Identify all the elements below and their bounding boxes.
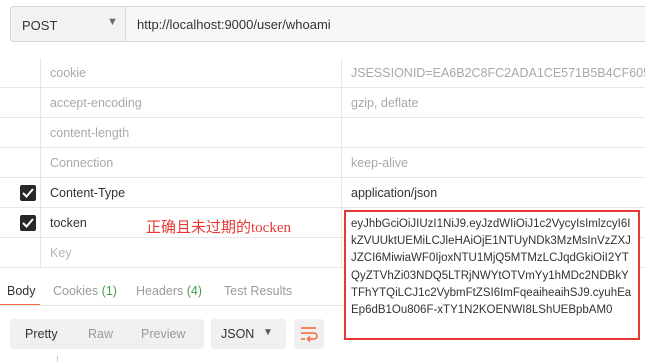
tab-cookies-label: Cookies bbox=[53, 284, 99, 298]
tab-headers-count: (4) bbox=[186, 284, 203, 298]
row-checkbox-cell bbox=[0, 238, 40, 267]
url-text: http://localhost:9000/user/whoami bbox=[137, 17, 331, 32]
tab-test-results[interactable]: Test Results bbox=[224, 284, 292, 298]
checkbox[interactable] bbox=[20, 185, 36, 201]
header-key: cookie bbox=[50, 66, 87, 80]
header-key-cell[interactable]: content-length bbox=[40, 118, 342, 147]
header-key-cell[interactable]: Connection bbox=[40, 148, 342, 177]
row-checkbox-cell[interactable] bbox=[0, 58, 40, 87]
url-input[interactable]: http://localhost:9000/user/whoami bbox=[126, 6, 645, 42]
header-value-cell[interactable]: gzip, deflate bbox=[342, 88, 645, 117]
annotation-label: 正确且未过期的tocken bbox=[146, 220, 291, 236]
row-checkbox-cell[interactable] bbox=[0, 148, 40, 177]
checkmark-icon bbox=[22, 218, 34, 228]
row-checkbox-cell[interactable] bbox=[0, 88, 40, 117]
tab-body[interactable]: Body bbox=[7, 284, 36, 298]
response-tabs: Body Cookies (1) Headers (4) Test Result… bbox=[0, 276, 344, 306]
format-label: JSON bbox=[221, 327, 255, 341]
header-value: keep-alive bbox=[351, 156, 408, 170]
preview-button[interactable]: Preview bbox=[141, 327, 185, 341]
header-value: JSESSIONID=EA6B2C8FC2ADA1CE571B5B4CF605.… bbox=[351, 66, 645, 80]
header-key: accept-encoding bbox=[50, 96, 142, 110]
header-row: Connection keep-alive bbox=[0, 148, 645, 178]
view-mode-group: Pretty Raw Preview bbox=[10, 319, 204, 349]
raw-button[interactable]: Raw bbox=[88, 327, 113, 341]
chevron-down-icon: ▼ bbox=[263, 327, 273, 338]
token-value-text: eyJhbGciOiJIUzI1NiJ9.eyJzdWIiOiJ1c2VycyI… bbox=[351, 218, 632, 317]
header-key-placeholder: Key bbox=[50, 246, 72, 260]
header-value-cell[interactable]: application/json bbox=[342, 178, 645, 207]
header-value-cell[interactable]: keep-alive bbox=[342, 148, 645, 177]
method-select[interactable]: POST ▼ bbox=[10, 6, 126, 42]
header-key-cell[interactable]: Key bbox=[40, 238, 342, 267]
header-value: application/json bbox=[351, 186, 438, 200]
header-row: Content-Type application/json bbox=[0, 178, 645, 208]
checkmark-icon bbox=[22, 188, 34, 198]
divider bbox=[57, 356, 58, 362]
pretty-button[interactable]: Pretty bbox=[25, 327, 58, 341]
response-toolbar: Pretty Raw Preview JSON ▼ bbox=[0, 316, 344, 356]
header-key: content-length bbox=[50, 126, 130, 140]
header-value-cell[interactable] bbox=[342, 118, 645, 147]
chevron-down-icon: ▼ bbox=[107, 16, 118, 28]
header-value: gzip, deflate bbox=[351, 96, 419, 110]
format-select[interactable]: JSON ▼ bbox=[211, 319, 286, 349]
header-key: tocken bbox=[50, 216, 87, 230]
header-key-cell[interactable]: cookie bbox=[40, 58, 342, 87]
header-key-cell[interactable]: accept-encoding bbox=[40, 88, 342, 117]
token-value-field[interactable]: eyJhbGciOiJIUzI1NiJ9.eyJzdWIiOiJ1c2VycyI… bbox=[344, 210, 640, 340]
tab-headers-label: Headers bbox=[136, 284, 184, 298]
row-checkbox-cell[interactable] bbox=[0, 118, 40, 147]
wrap-lines-button[interactable] bbox=[294, 319, 324, 349]
header-key: Content-Type bbox=[50, 186, 126, 200]
checkbox[interactable] bbox=[20, 215, 36, 231]
header-row: content-length bbox=[0, 118, 645, 148]
header-value-cell[interactable]: JSESSIONID=EA6B2C8FC2ADA1CE571B5B4CF605.… bbox=[342, 58, 645, 87]
header-row: cookie JSESSIONID=EA6B2C8FC2ADA1CE571B5B… bbox=[0, 58, 645, 88]
header-row: accept-encoding gzip, deflate bbox=[0, 88, 645, 118]
row-checkbox-cell bbox=[0, 208, 40, 237]
tab-cookies-count: (1) bbox=[101, 284, 117, 298]
header-key-cell[interactable]: Content-Type bbox=[40, 178, 342, 207]
method-label: POST bbox=[22, 18, 58, 33]
header-key: Connection bbox=[50, 156, 114, 170]
row-checkbox-cell bbox=[0, 178, 40, 207]
tabs-divider bbox=[0, 305, 344, 306]
tab-cookies[interactable]: Cookies (1) bbox=[53, 284, 117, 298]
tab-headers[interactable]: Headers (4) bbox=[136, 284, 202, 298]
request-bar: POST ▼ http://localhost:9000/user/whoami bbox=[0, 0, 645, 55]
wrap-lines-icon bbox=[301, 327, 318, 342]
